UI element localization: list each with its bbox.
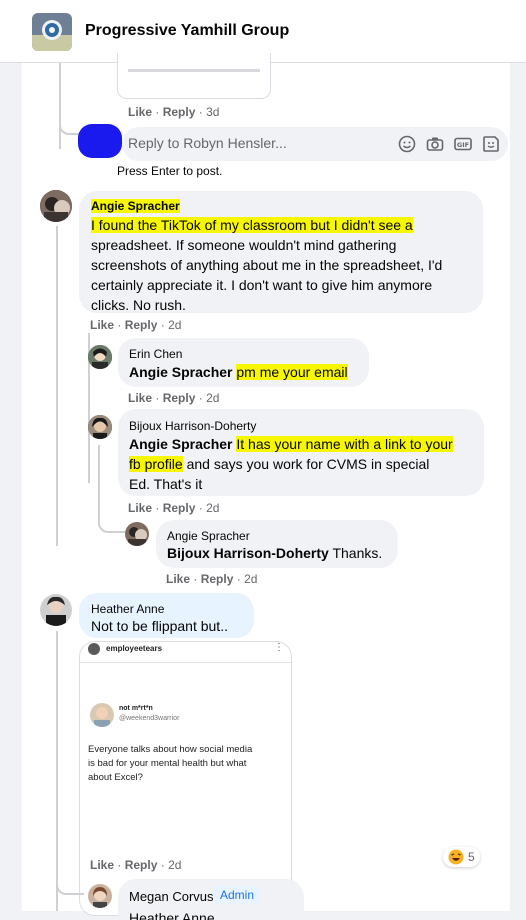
admin-badge[interactable]: Admin [214, 886, 261, 904]
comment-actions: Like · Reply · 3d [128, 105, 220, 119]
reply-button[interactable]: Reply [163, 391, 196, 405]
timestamp[interactable]: 3d [206, 105, 219, 119]
like-button[interactable]: Like [90, 318, 114, 332]
mention-tag[interactable]: Angie Spracher [129, 364, 232, 380]
thread-line [56, 226, 58, 546]
comment-text: Heather Anne [129, 910, 215, 920]
reply-input[interactable]: Reply to Robyn Hensler... [128, 135, 287, 151]
reply-button[interactable]: Reply [125, 318, 158, 332]
thread-connector [56, 869, 84, 895]
comment-text: I found the TikTok of my classroom but I… [91, 217, 443, 313]
svg-text:GIF: GIF [457, 141, 469, 149]
reaction-count: 5 [468, 850, 475, 864]
comment-author[interactable]: Angie Spracher [91, 199, 180, 213]
comment-actions: Like · Reply · 2d [90, 318, 182, 332]
mention-tag[interactable]: Angie Spracher [129, 436, 232, 452]
avatar [88, 643, 100, 655]
more-icon: ⋮ [274, 642, 284, 653]
comment-actions: Like · Reply · 2d [128, 391, 220, 405]
timestamp[interactable]: 2d [244, 572, 257, 586]
avatar[interactable] [88, 345, 112, 369]
thread-connector [98, 509, 126, 533]
laugh-reaction-icon [448, 849, 464, 865]
comment-author[interactable]: Bijoux Harrison-Doherty [129, 419, 256, 433]
gif-icon[interactable]: GIF [454, 135, 472, 153]
like-button[interactable]: Like [90, 858, 114, 872]
camera-icon[interactable] [426, 135, 444, 153]
like-button[interactable]: Like [128, 391, 152, 405]
comment-text: Angie Spracher It has your name with a l… [129, 436, 453, 492]
reaction-summary[interactable]: 5 [443, 847, 480, 867]
group-icon[interactable] [32, 13, 72, 51]
thread-connector [59, 83, 79, 135]
comment-bubble: Angie Spracher I found the TikTok of my … [79, 191, 483, 313]
avatar[interactable] [88, 884, 112, 908]
image-text-line [128, 69, 260, 72]
post-user: not m*rt*n [119, 705, 153, 712]
post-account: employeetears [106, 644, 163, 653]
post-body: Everyone talks about how social media is… [88, 744, 253, 783]
comment-author[interactable]: Heather Anne [91, 602, 164, 616]
avatar[interactable] [78, 124, 122, 158]
comment-text: Angie Spracher pm me your email [129, 364, 348, 380]
comment-actions: Like · Reply · 2d [166, 572, 258, 586]
comment-bubble: Bijoux Harrison-Doherty Angie Spracher I… [118, 409, 484, 496]
comment-thread: Like · Reply · 3d Reply to Robyn Hensler… [22, 53, 510, 920]
timestamp[interactable]: 2d [168, 858, 181, 872]
like-button[interactable]: Like [128, 105, 152, 119]
timestamp[interactable]: 2d [206, 391, 219, 405]
post-handle: @weekend3warrior [119, 715, 180, 722]
reply-button[interactable]: Reply [201, 572, 234, 586]
comment-author[interactable]: Megan Corvus [129, 889, 214, 904]
timestamp[interactable]: 2d [206, 501, 219, 515]
reply-hint: Press Enter to post. [117, 164, 223, 178]
reply-input-box[interactable]: Reply to Robyn Hensler... GIF [122, 127, 508, 161]
reply-button[interactable]: Reply [163, 105, 196, 119]
reply-button[interactable]: Reply [163, 501, 196, 515]
comment-bubble: Erin Chen Angie Spracher pm me your emai… [118, 338, 369, 387]
comment-text: Not to be flippant but.. [91, 618, 228, 634]
avatar[interactable] [125, 522, 149, 546]
comment-actions: Like · Reply · 2d [90, 858, 182, 872]
comment-author[interactable]: Angie Spracher [167, 529, 250, 543]
avatar[interactable] [88, 415, 112, 439]
divider [80, 662, 291, 663]
comment-bubble: Angie Spracher Bijoux Harrison-Doherty T… [156, 520, 398, 568]
mention-tag[interactable]: Bijoux Harrison-Doherty [167, 545, 329, 561]
comment-text: Bijoux Harrison-Doherty Thanks. [167, 545, 383, 561]
timestamp[interactable]: 2d [168, 318, 181, 332]
comment-author[interactable]: Erin Chen [129, 347, 182, 361]
comment-actions: Like · Reply · 2d [128, 501, 220, 515]
group-title[interactable]: Progressive Yamhill Group [85, 22, 289, 40]
comment-bubble: Heather Anne Not to be flippant but.. [79, 593, 254, 638]
emoji-icon[interactable] [398, 135, 416, 153]
avatar[interactable] [40, 594, 72, 626]
avatar [90, 703, 114, 727]
comment-image[interactable]: employeetears ⋮ not m*rt*n @weekend3warr… [79, 641, 292, 916]
attached-image[interactable] [117, 53, 271, 99]
reply-button[interactable]: Reply [125, 858, 158, 872]
sticker-icon[interactable] [482, 135, 500, 153]
like-button[interactable]: Like [128, 501, 152, 515]
like-button[interactable]: Like [166, 572, 190, 586]
avatar[interactable] [40, 190, 72, 222]
comment-bubble: Megan Corvus Admin Heather Anne [118, 879, 304, 920]
